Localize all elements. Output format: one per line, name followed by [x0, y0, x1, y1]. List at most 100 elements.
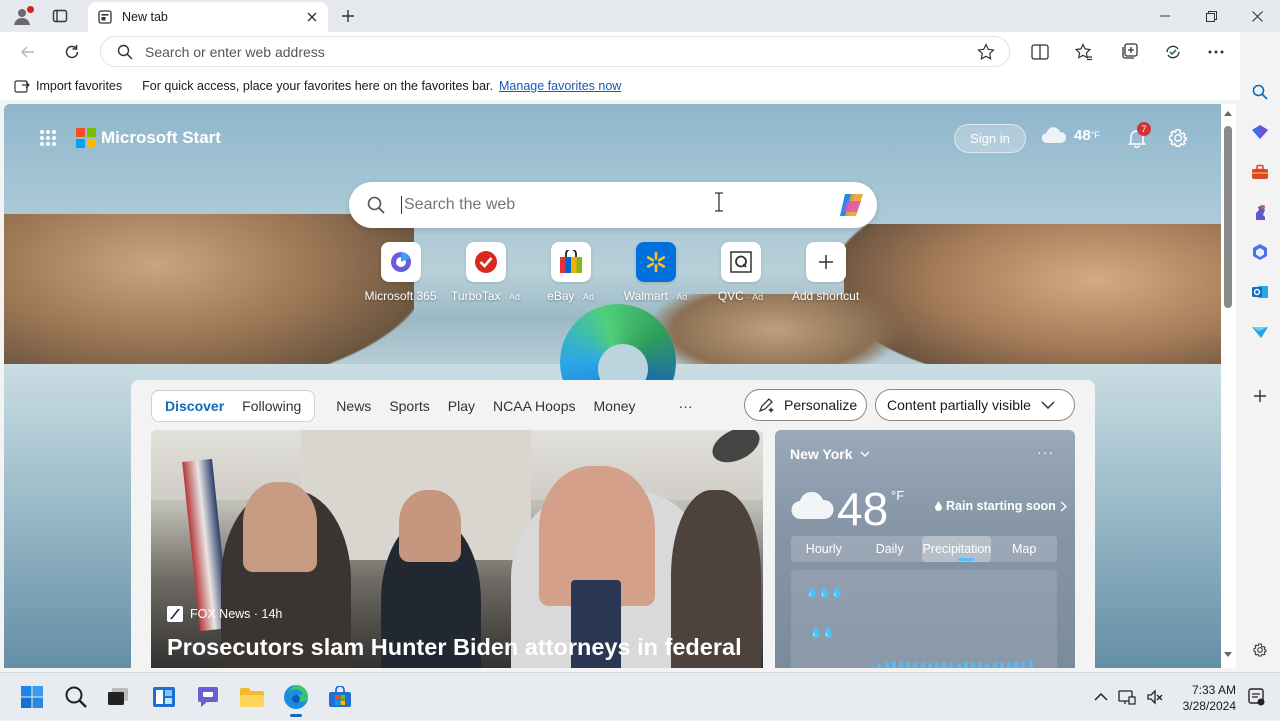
shortcut-walmart[interactable]: Walmart · Ad — [613, 242, 698, 303]
precipitation-bar — [891, 661, 896, 668]
pivot-discover[interactable]: Discover — [156, 391, 233, 421]
clock[interactable]: 7:33 AM 3/28/2024 — [1172, 682, 1236, 714]
settings-more-icon[interactable] — [1204, 40, 1228, 64]
add-shortcut-button[interactable]: Add shortcut — [783, 242, 868, 303]
import-favorites-button[interactable]: Import favorites — [14, 79, 122, 93]
chevron-up-icon[interactable] — [1094, 693, 1108, 701]
more-pivots-button[interactable]: ··· — [679, 398, 693, 414]
restore-button[interactable] — [1188, 0, 1234, 32]
weather-tab-hourly[interactable]: Hourly — [791, 536, 857, 562]
microsoft-store-icon[interactable] — [326, 683, 354, 711]
collections-icon[interactable] — [1117, 40, 1141, 64]
page-scrollbar[interactable] — [1221, 104, 1236, 668]
notifications-bell-icon[interactable]: 7 — [1126, 122, 1151, 150]
notification-center-icon[interactable] — [1242, 683, 1270, 711]
pivot-news[interactable]: News — [327, 391, 380, 421]
ad-marker: · Ad — [503, 292, 520, 302]
scrollbar-thumb[interactable] — [1224, 126, 1232, 308]
new-tab-page-icon — [98, 10, 112, 24]
shortcut-microsoft-365[interactable]: Microsoft 365 — [358, 242, 443, 303]
import-favorites-label: Import favorites — [36, 79, 123, 93]
file-explorer-icon[interactable] — [238, 683, 266, 711]
precipitation-bar — [870, 666, 875, 668]
feed-pivots: Discover Following News Sports Play NCAA… — [151, 390, 693, 422]
scroll-up-arrow-icon[interactable] — [1224, 110, 1232, 116]
task-view-icon[interactable] — [104, 683, 132, 711]
weather-tab-precipitation[interactable]: Precipitation — [922, 536, 992, 562]
manage-favorites-link[interactable]: Manage favorites now — [499, 79, 621, 93]
tab-new-tab[interactable]: New tab — [88, 2, 328, 32]
sidebar-settings-icon[interactable] — [1248, 638, 1272, 662]
taskbar-search-icon[interactable] — [62, 683, 90, 711]
brand-title[interactable]: Microsoft Start — [101, 128, 221, 148]
personalize-button[interactable]: Personalize — [744, 389, 867, 421]
content-visibility-dropdown[interactable]: Content partially visible — [875, 389, 1075, 421]
microsoft-logo — [76, 128, 96, 148]
sidebar-games-icon[interactable] — [1248, 200, 1272, 224]
sidebar-add-icon[interactable] — [1248, 384, 1272, 408]
shortcut-qvc[interactable]: QVC · Ad — [698, 242, 783, 303]
new-tab-button[interactable] — [336, 4, 360, 28]
web-search-box[interactable] — [349, 182, 877, 228]
start-button-icon[interactable] — [18, 683, 46, 711]
weather-location[interactable]: New York — [790, 446, 870, 462]
profile-icon[interactable] — [8, 4, 36, 28]
discover-following-group: Discover Following — [151, 390, 316, 422]
precipitation-bar — [1028, 660, 1033, 668]
close-tab-icon[interactable] — [306, 11, 318, 23]
add-favorite-star-icon[interactable] — [975, 41, 997, 63]
sidebar-search-icon[interactable] — [1248, 80, 1272, 104]
app-launcher-icon[interactable] — [38, 128, 58, 148]
tab-actions-icon[interactable] — [48, 4, 72, 28]
background-hills-left — [4, 214, 414, 384]
widgets-icon[interactable] — [150, 683, 178, 711]
sidebar-outlook-icon[interactable] — [1248, 280, 1272, 304]
precip-scale-low: 💧💧 — [809, 627, 835, 639]
weather-more-options[interactable]: ··· — [1037, 444, 1054, 460]
sidebar-tools-icon[interactable] — [1248, 160, 1272, 184]
copilot-search-icon[interactable] — [837, 190, 867, 220]
pivot-ncaa-hoops[interactable]: NCAA Hoops — [484, 391, 584, 421]
weather-tab-daily[interactable]: Daily — [857, 536, 923, 562]
shortcut-label: Walmart — [623, 289, 668, 303]
header-weather[interactable]: 48 °F — [1040, 126, 1100, 144]
hero-title[interactable]: Prosecutors slam Hunter Biden attorneys … — [167, 634, 742, 661]
personalize-label: Personalize — [784, 397, 858, 413]
edge-taskbar-icon[interactable] — [282, 683, 310, 717]
minimize-button[interactable] — [1142, 0, 1188, 32]
scroll-down-arrow-icon[interactable] — [1224, 652, 1232, 658]
precipitation-bar — [899, 661, 903, 668]
sign-in-button[interactable]: Sign in — [954, 124, 1026, 153]
volume-muted-icon[interactable] — [1146, 689, 1164, 705]
weather-card[interactable]: New York ··· 48 °F Rain starting soon Ho… — [775, 430, 1075, 668]
favorites-icon[interactable] — [1072, 40, 1096, 64]
sidebar-microsoft-365-icon[interactable] — [1248, 240, 1272, 264]
page-settings-icon[interactable] — [1166, 126, 1190, 150]
web-search-input[interactable] — [401, 196, 801, 214]
shortcut-turbotax[interactable]: TurboTax · Ad — [443, 242, 528, 303]
weather-location-label: New York — [790, 446, 853, 462]
weather-alert[interactable]: Rain starting soon — [935, 499, 1067, 513]
pivot-following[interactable]: Following — [233, 391, 310, 421]
close-window-button[interactable] — [1234, 0, 1280, 32]
refresh-button[interactable] — [60, 40, 84, 64]
pivot-money[interactable]: Money — [585, 391, 645, 421]
browser-essentials-icon[interactable] — [1161, 40, 1185, 64]
teams-chat-icon[interactable] — [194, 683, 222, 711]
address-bar[interactable] — [100, 36, 1010, 67]
shortcut-ebay[interactable]: eBay · Ad — [528, 242, 613, 303]
hero-article-card[interactable]: FOX News · 14h Prosecutors slam Hunter B… — [151, 430, 763, 668]
sidebar-drop-icon[interactable] — [1248, 320, 1272, 344]
microsoft-365-icon — [390, 251, 412, 273]
address-input[interactable] — [145, 43, 925, 60]
header-temp: 48 — [1074, 126, 1091, 144]
back-button[interactable] — [16, 40, 40, 64]
weather-tab-map[interactable]: Map — [991, 536, 1057, 562]
pivot-sports[interactable]: Sports — [380, 391, 438, 421]
split-screen-icon[interactable] — [1028, 40, 1052, 64]
network-icon[interactable] — [1118, 689, 1136, 705]
pivot-play[interactable]: Play — [439, 391, 484, 421]
precipitation-bar — [906, 662, 911, 668]
sidebar-shopping-icon[interactable] — [1248, 120, 1272, 144]
precipitation-bar — [1007, 662, 1011, 668]
